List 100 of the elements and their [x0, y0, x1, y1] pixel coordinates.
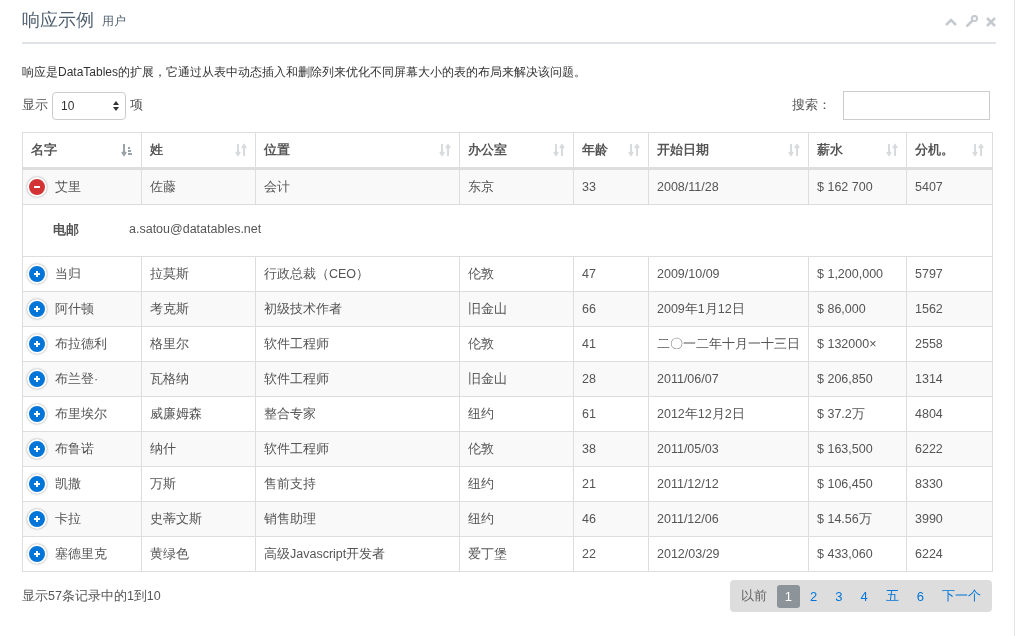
name-text: 塞德里克 — [55, 545, 107, 563]
table-cell: 2012年12月2日 — [648, 396, 809, 432]
table-cell: 纽约 — [459, 396, 574, 432]
table-cell: 会计 — [255, 168, 460, 205]
table-cell: 6222 — [906, 431, 993, 467]
table-cell: 销售助理 — [255, 501, 460, 537]
name-text: 当归 — [55, 265, 81, 283]
table-cell: 1314 — [906, 361, 993, 397]
page-link[interactable]: 3 — [827, 584, 851, 608]
table-cell: 伦敦 — [459, 431, 574, 467]
table-cell: 21 — [573, 466, 649, 502]
panel-subtitle: 用户 — [102, 13, 126, 30]
table-cell: 东京 — [459, 168, 574, 205]
table-cell: 爱丁堡 — [459, 536, 574, 572]
table-cell: 行政总裁（CEO） — [255, 256, 460, 292]
table-cell: 软件工程师 — [255, 326, 460, 362]
name-text: 布里埃尔 — [55, 405, 107, 423]
table-cell: $ 86,000 — [808, 291, 907, 327]
table-cell: 瓦格纳 — [141, 361, 256, 397]
table-cell: 5797 — [906, 256, 993, 292]
name-text: 布拉德利 — [55, 335, 107, 353]
show-label: 显示 — [22, 97, 48, 114]
table-cell: 拉莫斯 — [141, 256, 256, 292]
name-text: 布兰登· — [55, 370, 99, 388]
table-cell: 22 — [573, 536, 649, 572]
table-cell: 高级Javascript开发者 — [255, 536, 460, 572]
table-cell: 2009年1月12日 — [648, 291, 809, 327]
page-link[interactable]: 6 — [908, 584, 932, 608]
table-cell: 6224 — [906, 536, 993, 572]
table-cell: 软件工程师 — [255, 431, 460, 467]
expand-icon[interactable] — [27, 404, 47, 424]
table-cell: $ 14.56万 — [808, 501, 907, 537]
table-info-text: 显示57条记录中的1到10 — [22, 587, 161, 605]
name-text: 阿什顿 — [55, 300, 94, 318]
table-cell: 二〇一二年十月一十三日 — [648, 326, 809, 362]
table-cell: 47 — [573, 256, 649, 292]
table-cell: 2558 — [906, 326, 993, 362]
table-cell: 4804 — [906, 396, 993, 432]
table-cell: 8330 — [906, 466, 993, 502]
page-length-select[interactable]: 10 — [52, 91, 126, 120]
table-cell: 2012/03/29 — [648, 536, 809, 572]
table-cell: $ 132000× — [808, 326, 907, 362]
table-cell: 2011/12/12 — [648, 466, 809, 502]
table-cell: 初级技术作者 — [255, 291, 460, 327]
table-cell: 万斯 — [141, 466, 256, 502]
table-cell: 41 — [573, 326, 649, 362]
expand-icon[interactable] — [27, 264, 47, 284]
name-text: 艾里 — [55, 178, 81, 196]
table-cell: 66 — [573, 291, 649, 327]
table-cell: $ 162 700 — [808, 168, 907, 205]
table-cell: 售前支持 — [255, 466, 460, 502]
table-cell: 2008/11/28 — [648, 168, 809, 205]
expand-icon[interactable] — [27, 544, 47, 564]
description-text: 响应是DataTables的扩展，它通过从表中动态插入和删除列来优化不同屏幕大小的表的布局来解决该问题。 — [22, 64, 588, 81]
table-cell: $ 106,450 — [808, 466, 907, 502]
expand-icon[interactable] — [27, 509, 47, 529]
detail-value: a.satou@datatables.net — [129, 222, 262, 238]
previous-link[interactable]: 以前 — [732, 583, 775, 609]
table-cell: 威廉姆森 — [141, 396, 256, 432]
spinner-arrows-icon[interactable] — [113, 100, 119, 111]
table-cell: 纽约 — [459, 501, 574, 537]
table-cell: 伦敦 — [459, 326, 574, 362]
table-cell: 1562 — [906, 291, 993, 327]
table-cell: $ 37.2万 — [808, 396, 907, 432]
table-cell: 黄绿色 — [141, 536, 256, 572]
table-cell: $ 163,500 — [808, 431, 907, 467]
expand-icon[interactable] — [27, 334, 47, 354]
table-cell: 软件工程师 — [255, 361, 460, 397]
table-cell: 整合专家 — [255, 396, 460, 432]
table-cell: $ 1,200,000 — [808, 256, 907, 292]
next-link[interactable]: 下一个 — [934, 583, 989, 609]
table-cell: 2011/06/07 — [648, 361, 809, 397]
name-text: 卡拉 — [55, 510, 81, 528]
table-cell: 2011/05/03 — [648, 431, 809, 467]
table-cell: 格里尔 — [141, 326, 256, 362]
table-cell: 旧金山 — [459, 361, 574, 397]
expand-icon[interactable] — [27, 299, 47, 319]
table-cell: 伦敦 — [459, 256, 574, 292]
search-label: 搜索： — [792, 97, 831, 114]
table-cell: 46 — [573, 501, 649, 537]
detail-label: 电邮 — [53, 222, 79, 239]
table-cell: 28 — [573, 361, 649, 397]
name-text: 布鲁诺 — [55, 440, 94, 458]
table-cell: 旧金山 — [459, 291, 574, 327]
search-field[interactable] — [843, 91, 990, 120]
table-cell: 5407 — [906, 168, 993, 205]
expand-icon[interactable] — [27, 439, 47, 459]
table-cell: 佐藤 — [141, 168, 256, 205]
panel-title: 响应示例 — [22, 9, 94, 32]
table-cell: 33 — [573, 168, 649, 205]
expand-icon[interactable] — [27, 474, 47, 494]
name-text: 凯撒 — [55, 475, 81, 493]
table-cell: 纳什 — [141, 431, 256, 467]
table-cell: 2009/10/09 — [648, 256, 809, 292]
table-cell: 史蒂文斯 — [141, 501, 256, 537]
table-cell: 38 — [573, 431, 649, 467]
table-cell: $ 433,060 — [808, 536, 907, 572]
table-cell: 考克斯 — [141, 291, 256, 327]
expand-icon[interactable] — [27, 369, 47, 389]
entries-label: 项 — [130, 97, 143, 114]
